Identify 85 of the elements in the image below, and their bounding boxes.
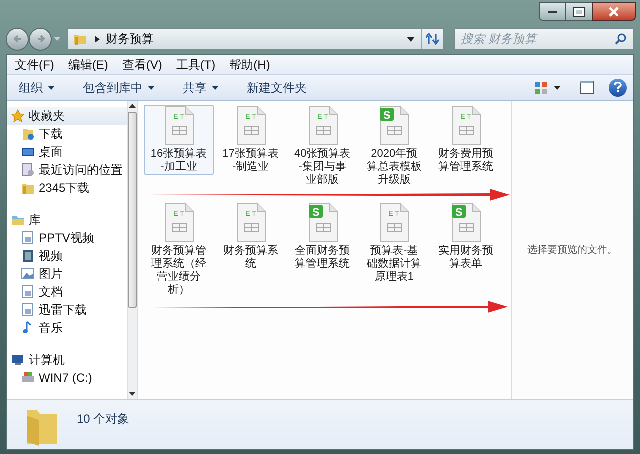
- file-type-label: S: [384, 110, 392, 122]
- search-placeholder: 搜索 财务预算: [461, 31, 539, 48]
- chevron-icon[interactable]: [95, 36, 100, 42]
- folder-icon: [73, 32, 87, 46]
- back-button[interactable]: [6, 28, 29, 50]
- file-item[interactable]: S 实用财务预 算表单: [431, 202, 502, 272]
- caret-icon: [554, 86, 561, 90]
- file-type-label: S: [456, 207, 463, 219]
- preview-message: 选择要预览的文件。: [528, 244, 618, 258]
- library-icon: [11, 213, 25, 227]
- view-icon: [534, 80, 548, 94]
- address-bar[interactable]: 财务预算: [67, 28, 444, 50]
- nav-item[interactable]: 下载: [7, 125, 127, 143]
- file-name: 预算表-基 础数据计算 原理表1: [366, 245, 422, 284]
- minimize-button[interactable]: [539, 2, 566, 21]
- file-item[interactable]: S 2020年预 算总表模板 升级版: [359, 105, 430, 188]
- picture-icon: [21, 267, 35, 281]
- spreadsheet-file-icon: [237, 106, 266, 146]
- doc-icon: [21, 231, 35, 245]
- file-name: 财务费用预 算管理系统: [438, 148, 494, 174]
- nav-item[interactable]: 视频: [7, 247, 127, 265]
- desktop-icon: [21, 145, 35, 159]
- spreadsheet-file-icon: [166, 106, 194, 146]
- nav-item[interactable]: 迅雷下载: [7, 301, 127, 319]
- folder-icon: [21, 181, 35, 195]
- file-name: 实用财务预 算表单: [438, 245, 494, 271]
- scroll-down-icon[interactable]: [129, 392, 136, 396]
- menu-item[interactable]: 工具(T): [176, 56, 216, 74]
- nav-item[interactable]: 图片: [7, 265, 127, 283]
- forward-arrow-icon: [36, 34, 46, 44]
- scroll-up-icon[interactable]: [129, 104, 136, 108]
- nav-item[interactable]: 收藏夹: [7, 107, 127, 125]
- close-button[interactable]: [592, 2, 636, 21]
- nav-item[interactable]: 库: [7, 211, 127, 229]
- menu-item[interactable]: 查看(V): [122, 56, 162, 74]
- file-name: 全面财务预 算管理系统: [295, 245, 350, 271]
- nav-item[interactable]: WIN7 (C:): [7, 369, 127, 387]
- item-count: 10 个对象: [77, 411, 130, 428]
- file-name: 16张预算表 -加工业: [150, 148, 208, 174]
- address-text: 财务预算: [106, 31, 154, 48]
- nav-item[interactable]: 文档: [7, 283, 127, 301]
- download-icon: [21, 127, 35, 141]
- doc-icon: [21, 285, 35, 299]
- file-name: 财务预算系 统: [223, 245, 278, 271]
- nav-item[interactable]: 桌面: [7, 143, 127, 161]
- toolbar-button[interactable]: 共享: [177, 78, 225, 98]
- spreadsheet-file-icon: [452, 204, 482, 242]
- drive-icon: [21, 371, 35, 385]
- doc-icon: [21, 303, 35, 317]
- maximize-button[interactable]: [566, 2, 592, 21]
- help-button[interactable]: [609, 78, 627, 96]
- close-icon: [608, 6, 620, 16]
- toolbar-button[interactable]: 组织: [13, 78, 61, 98]
- menu-item[interactable]: 帮助(H): [230, 56, 270, 74]
- file-name: 2020年预 算总表模板 升级版: [366, 148, 422, 187]
- spreadsheet-file-icon: [166, 204, 194, 242]
- toolbar-button[interactable]: 包含到库中: [77, 78, 161, 98]
- spreadsheet-file-icon: [308, 204, 338, 242]
- dropdown-caret-icon[interactable]: [407, 36, 416, 42]
- toolbar-button[interactable]: 新建文件夹: [241, 78, 313, 98]
- nav-item[interactable]: 音乐: [7, 319, 127, 337]
- back-arrow-icon: [12, 34, 22, 44]
- computer-icon: [11, 353, 25, 367]
- spreadsheet-file-icon: [380, 106, 410, 146]
- file-name: 40张预算表 -集团与事 业部版: [294, 148, 351, 187]
- nav-item[interactable]: 2345下载: [7, 179, 127, 197]
- file-type-label: S: [312, 207, 320, 219]
- search-icon[interactable]: [615, 33, 627, 45]
- nav-item[interactable]: 最近访问的位置: [7, 161, 127, 179]
- nav-item[interactable]: 计算机: [7, 351, 127, 369]
- spreadsheet-file-icon: [380, 204, 410, 242]
- forward-button[interactable]: [29, 28, 52, 50]
- video-icon: [21, 249, 35, 263]
- menu-item[interactable]: 编辑(E): [68, 56, 108, 74]
- file-name: 财务预算管 理系统（经 营业绩分 析）: [152, 245, 206, 297]
- spreadsheet-file-icon: [309, 106, 338, 146]
- file-name: 17张预算表 -制造业: [222, 148, 279, 174]
- star-icon: [11, 109, 25, 123]
- spreadsheet-file-icon: [452, 106, 482, 146]
- menu-item[interactable]: 文件(F): [15, 56, 54, 74]
- scrollbar[interactable]: [127, 101, 138, 399]
- nav-item[interactable]: PPTV视频: [7, 229, 127, 247]
- help-icon: [614, 82, 622, 93]
- file-item[interactable]: S 全面财务预 算管理系统: [288, 202, 358, 272]
- spreadsheet-file-icon: [237, 204, 266, 242]
